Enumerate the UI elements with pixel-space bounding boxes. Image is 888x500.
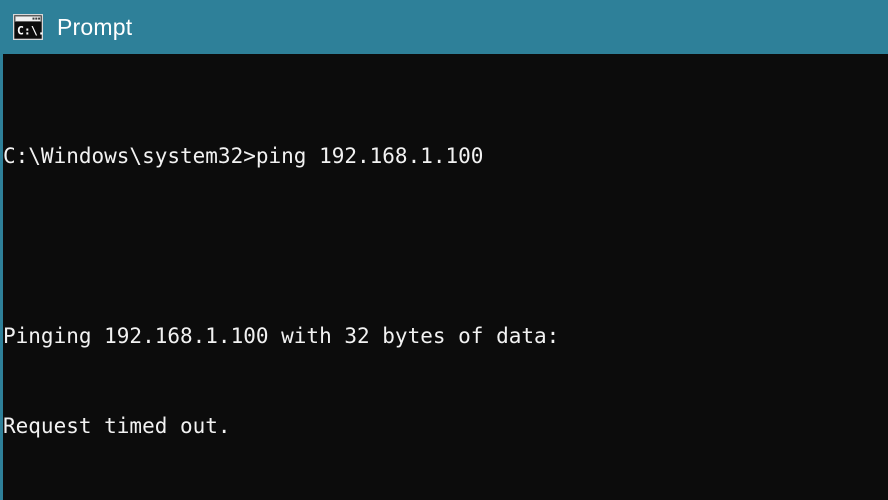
terminal-line: Pinging 192.168.1.100 with 32 bytes of d… (3, 324, 560, 348)
terminal-line: C:\Windows\system32>ping 192.168.1.100 (3, 144, 484, 168)
command-prompt-window: C:\. Prompt C:\Windows\system32>ping 192… (0, 0, 888, 500)
svg-text:C:\.: C:\. (17, 24, 43, 38)
terminal-line: Request timed out. (3, 414, 231, 438)
terminal-output-area[interactable]: C:\Windows\system32>ping 192.168.1.100 P… (0, 54, 888, 500)
console-icon: C:\. (13, 14, 43, 40)
window-title: Prompt (57, 13, 133, 40)
window-titlebar[interactable]: C:\. Prompt (0, 0, 888, 54)
console-text: C:\Windows\system32>ping 192.168.1.100 P… (3, 54, 888, 500)
